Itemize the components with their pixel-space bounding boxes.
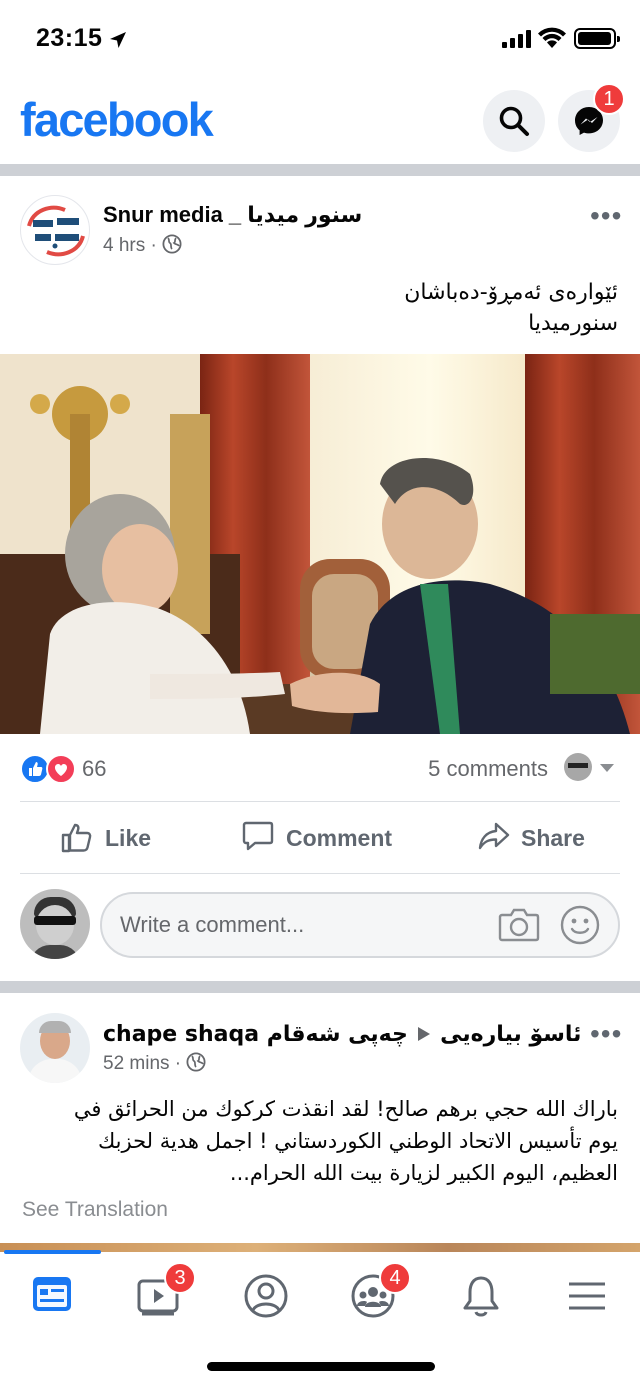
news-feed-icon bbox=[33, 1277, 71, 1311]
user-avatar[interactable] bbox=[20, 889, 90, 959]
messenger-badge: 1 bbox=[593, 83, 625, 115]
reaction-bar[interactable]: 66 5 comments bbox=[20, 752, 620, 786]
post-page[interactable]: چەپی شەقام chape shaqa bbox=[103, 1022, 408, 1047]
post-divider bbox=[20, 801, 620, 802]
tab-groups[interactable]: 4 bbox=[343, 1262, 411, 1326]
battery-icon bbox=[574, 28, 620, 49]
post-divider bbox=[20, 873, 620, 874]
hamburger-menu-icon bbox=[569, 1282, 605, 1310]
snur-media-logo bbox=[27, 205, 85, 257]
feed-divider bbox=[0, 981, 640, 993]
globe-icon bbox=[162, 234, 182, 254]
facebook-logo[interactable]: facebook bbox=[20, 92, 214, 147]
groups-badge: 4 bbox=[379, 1262, 411, 1294]
status-bar: 23:15 bbox=[0, 0, 640, 78]
triangle-right-icon bbox=[418, 1027, 431, 1041]
profile-icon bbox=[244, 1274, 288, 1318]
comments-count[interactable]: 5 comments bbox=[428, 756, 548, 782]
love-reaction-icon bbox=[46, 754, 76, 784]
share-label: Share bbox=[521, 825, 585, 851]
home-indicator[interactable] bbox=[207, 1362, 435, 1371]
camera-icon[interactable] bbox=[498, 907, 540, 943]
reaction-count[interactable]: 66 bbox=[82, 756, 106, 782]
post-text-line: العظيم، اليوم الكبير لزيارة بيت الله الح… bbox=[229, 1161, 618, 1185]
tab-notifications[interactable] bbox=[451, 1266, 511, 1326]
post-time[interactable]: 4 hrs bbox=[103, 235, 145, 256]
comment-composer[interactable] bbox=[100, 892, 620, 958]
comment-label: Comment bbox=[286, 825, 393, 851]
snur-media-avatar[interactable] bbox=[20, 195, 90, 265]
tab-menu[interactable] bbox=[557, 1266, 617, 1326]
tab-watch[interactable]: 3 bbox=[128, 1262, 196, 1326]
search-icon bbox=[499, 106, 529, 136]
feed-divider bbox=[0, 164, 640, 176]
status-time: 23:15 bbox=[36, 24, 103, 52]
post-author[interactable]: ئاسۆ بیارەیی bbox=[440, 1022, 581, 1047]
post-text-line: باراك الله حجي برهم صالح! لقد انقذت كركو… bbox=[73, 1097, 618, 1121]
watch-badge: 3 bbox=[164, 1262, 196, 1294]
post-text: ئێوارەی ئەمڕۆ-دەباشان سنورمیدیا bbox=[404, 277, 618, 339]
post-time[interactable]: 52 mins bbox=[103, 1053, 170, 1074]
see-translation-link[interactable]: See Translation bbox=[22, 1198, 168, 1222]
post-author-line: ئاسۆ بیارەیی چەپی شەقام chape shaqa bbox=[103, 1021, 581, 1047]
location-arrow-icon bbox=[110, 32, 126, 48]
aso-avatar[interactable] bbox=[20, 1013, 90, 1083]
post-meta: 52 mins · bbox=[103, 1052, 206, 1075]
messenger-button[interactable]: 1 bbox=[558, 83, 625, 152]
post-photo[interactable] bbox=[0, 354, 640, 734]
post-text-line: يوم تأسيس الاتحاد الوطني الكوردستاني ! ا… bbox=[97, 1129, 618, 1153]
post-text-line: ئێوارەی ئەمڕۆ-دەباشان bbox=[404, 280, 618, 305]
comment-icon bbox=[242, 821, 274, 851]
photo-illustration bbox=[0, 354, 640, 734]
chevron-down-icon[interactable] bbox=[600, 764, 614, 774]
like-label: Like bbox=[105, 825, 152, 851]
post-meta: 4 hrs · bbox=[103, 234, 182, 257]
cellular-signal-icon bbox=[502, 30, 531, 48]
post-text-line: سنورمیدیا bbox=[528, 311, 618, 336]
tab-profile[interactable] bbox=[236, 1266, 296, 1326]
search-button[interactable] bbox=[483, 90, 545, 152]
thumbs-up-icon bbox=[61, 823, 92, 853]
post-text: باراك الله حجي برهم صالح! لقد انقذت كركو… bbox=[74, 1093, 618, 1189]
share-arrow-icon bbox=[478, 822, 510, 850]
post-more-button[interactable]: ••• bbox=[590, 1018, 622, 1050]
app-header: facebook 1 bbox=[0, 78, 640, 164]
bell-icon bbox=[463, 1276, 499, 1317]
globe-icon bbox=[186, 1052, 206, 1072]
tab-news-feed[interactable] bbox=[22, 1266, 82, 1326]
comment-input[interactable] bbox=[120, 909, 480, 941]
post-author[interactable]: Snur media _ سنور میدیا bbox=[103, 202, 362, 228]
commenter-avatar bbox=[564, 753, 592, 781]
emoji-icon[interactable] bbox=[560, 905, 600, 945]
wifi-icon bbox=[538, 27, 566, 48]
active-tab-indicator bbox=[4, 1250, 101, 1254]
post-more-button[interactable]: ••• bbox=[590, 200, 622, 232]
